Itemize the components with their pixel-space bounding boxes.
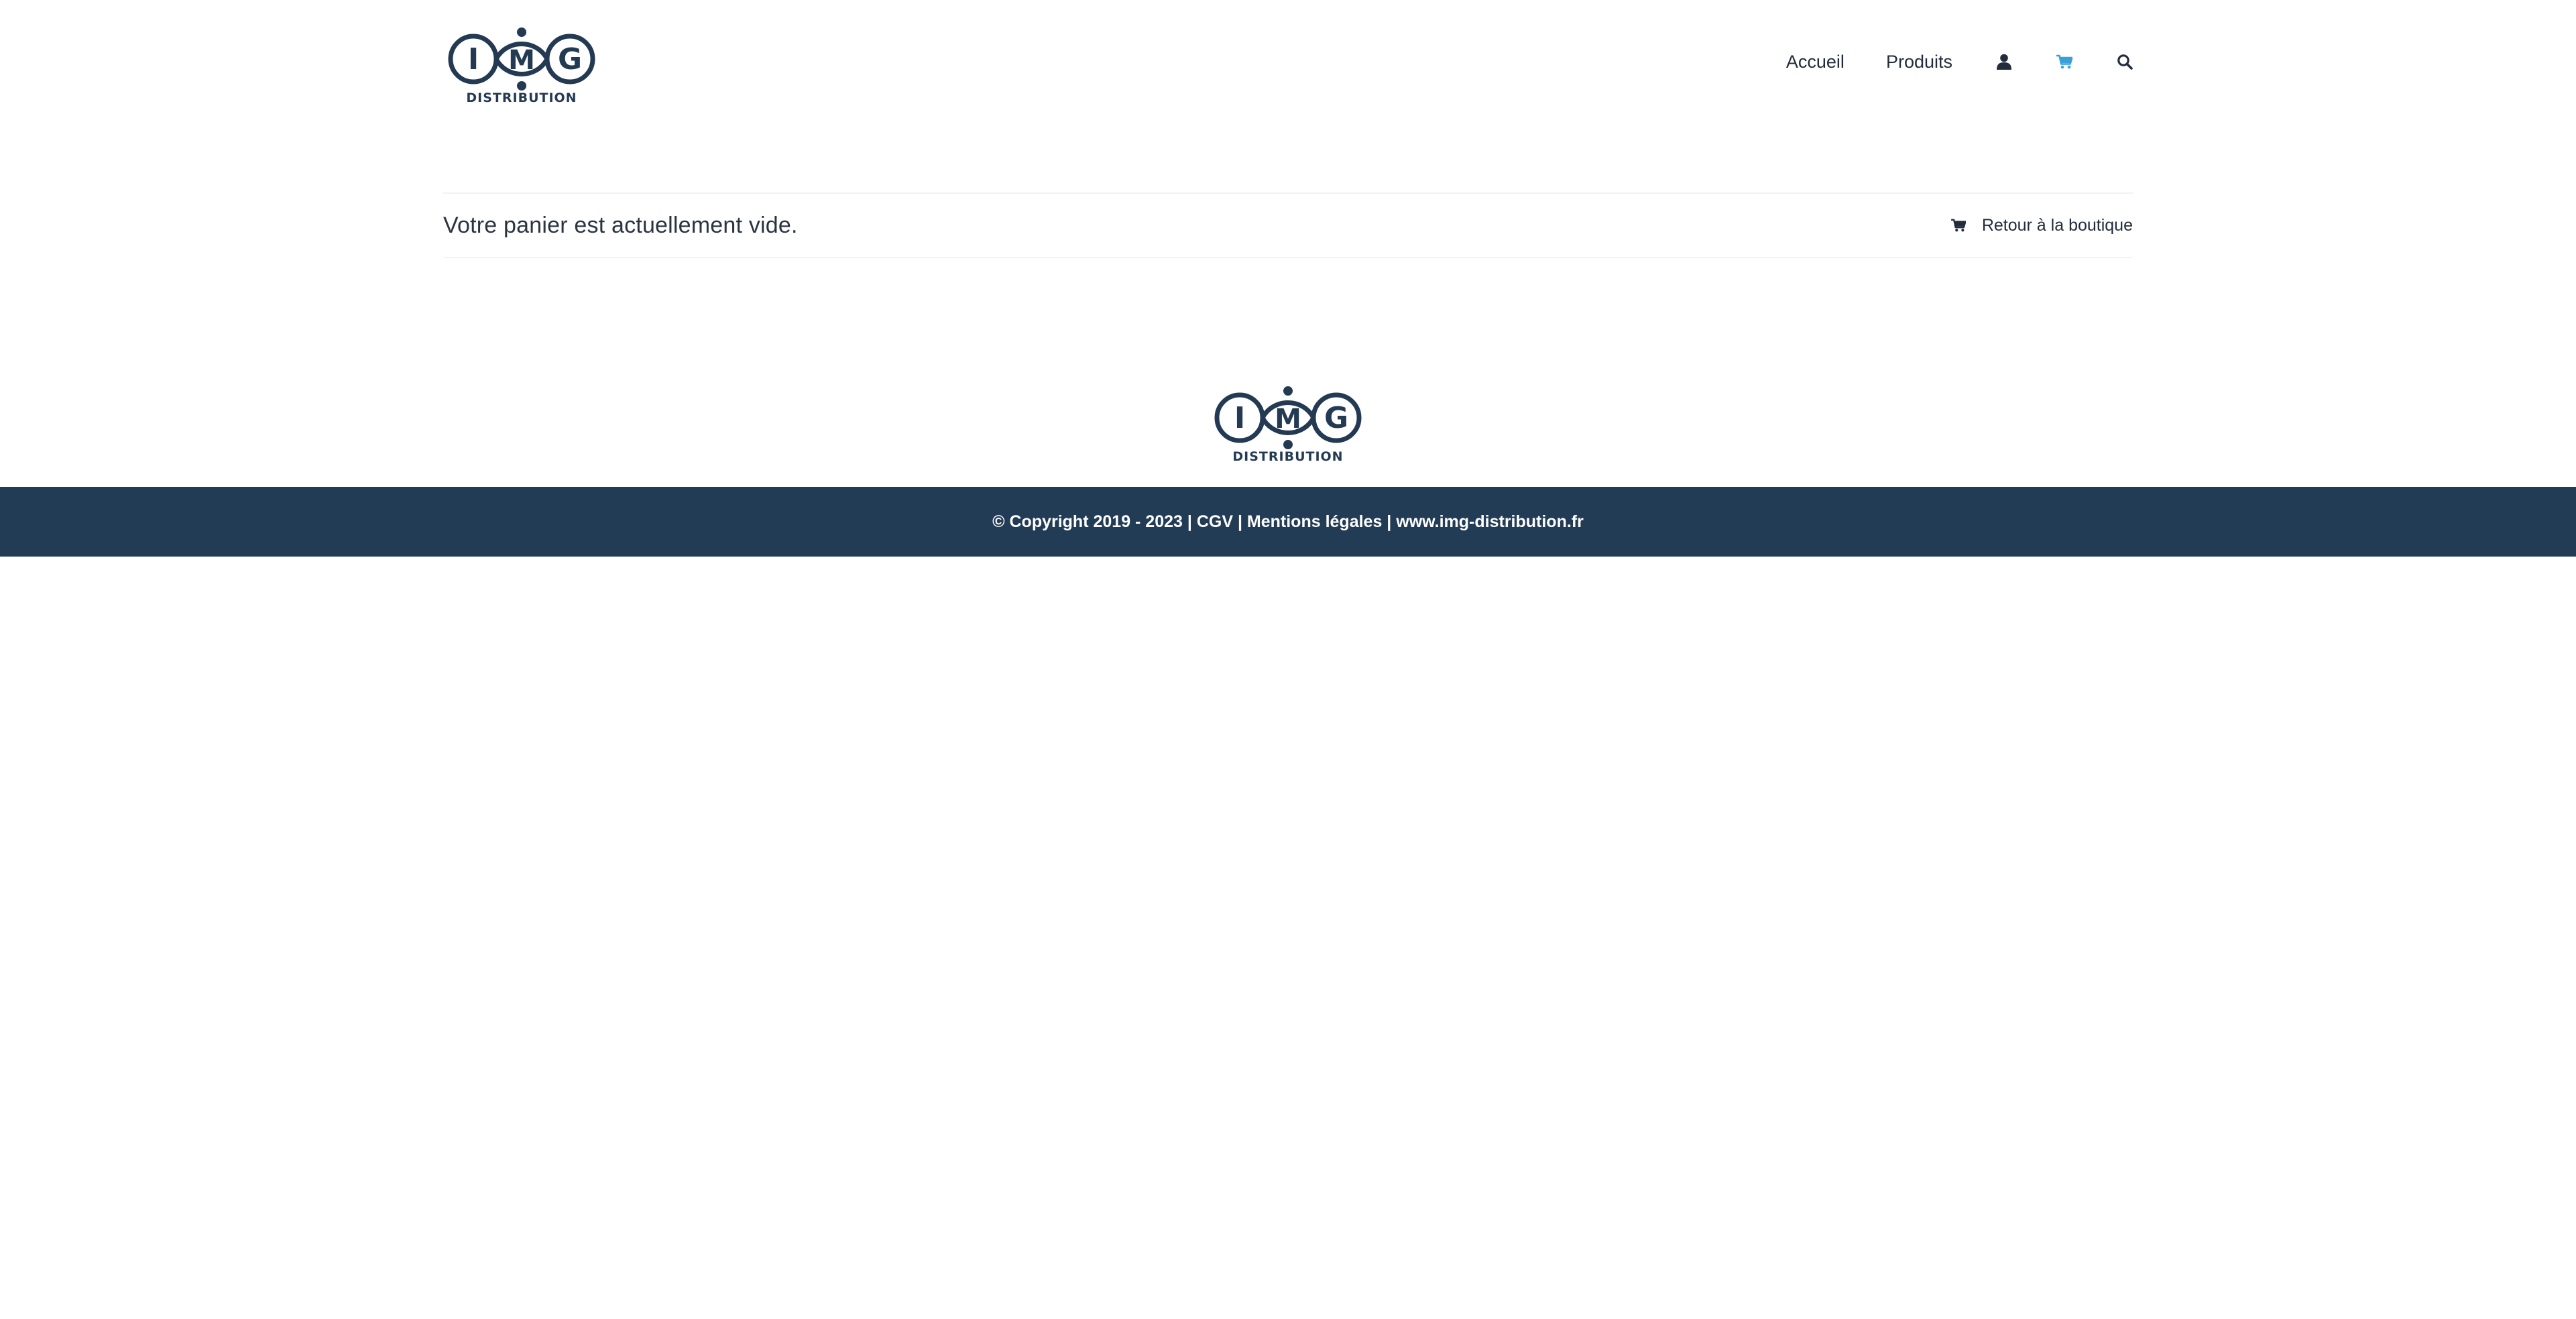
legal-notice-link[interactable]: Mentions légales <box>1247 512 1382 531</box>
footer-separator: | <box>1182 512 1197 531</box>
footer-logo[interactable]: I M G DISTRIBUTION <box>1214 384 1362 465</box>
nav-products-link[interactable]: Produits <box>1886 44 1952 79</box>
footer-bar: © Copyright 2019 - 2023 | CGV | Mentions… <box>0 487 2576 557</box>
footer-copyright-line: © Copyright 2019 - 2023 | CGV | Mentions… <box>992 512 1584 532</box>
cart-icon <box>1950 219 1966 232</box>
svg-text:M: M <box>508 45 535 76</box>
header-logo[interactable]: I M G DISTRIBUTION <box>448 25 595 106</box>
footer-separator: | <box>1233 512 1247 531</box>
svg-text:M: M <box>1275 404 1301 435</box>
cart-empty-section: Votre panier est actuellement vide. Reto… <box>443 192 2133 258</box>
svg-text:DISTRIBUTION: DISTRIBUTION <box>466 91 577 105</box>
svg-text:G: G <box>558 42 582 76</box>
svg-text:DISTRIBUTION: DISTRIBUTION <box>1232 449 1343 464</box>
main-nav: Accueil Produits <box>1786 44 2133 79</box>
footer-separator: | <box>1382 512 1397 531</box>
cgv-link[interactable]: CGV <box>1197 512 1233 531</box>
img-distribution-logo: I M G DISTRIBUTION <box>448 27 595 105</box>
website-link[interactable]: www.img-distribution.fr <box>1396 512 1584 531</box>
search-icon[interactable] <box>2116 53 2133 70</box>
img-distribution-logo: I M G DISTRIBUTION <box>1214 386 1362 464</box>
nav-home-link[interactable]: Accueil <box>1786 44 1845 79</box>
return-to-shop-label: Retour à la boutique <box>1981 215 2133 235</box>
cart-empty-message: Votre panier est actuellement vide. <box>443 213 798 238</box>
svg-text:I: I <box>1234 401 1245 435</box>
svg-text:G: G <box>1324 401 1348 435</box>
page: I M G DISTRIBUTION Accueil Produits Votr… <box>0 0 2576 1319</box>
return-to-shop-link[interactable]: Retour à la boutique <box>1950 194 2133 257</box>
svg-text:I: I <box>468 42 479 76</box>
copyright-text: © Copyright 2019 - 2023 <box>992 512 1183 531</box>
site-header: I M G DISTRIBUTION Accueil Produits <box>0 0 2576 134</box>
cart-icon[interactable] <box>2056 53 2073 70</box>
user-icon[interactable] <box>1995 53 2013 70</box>
